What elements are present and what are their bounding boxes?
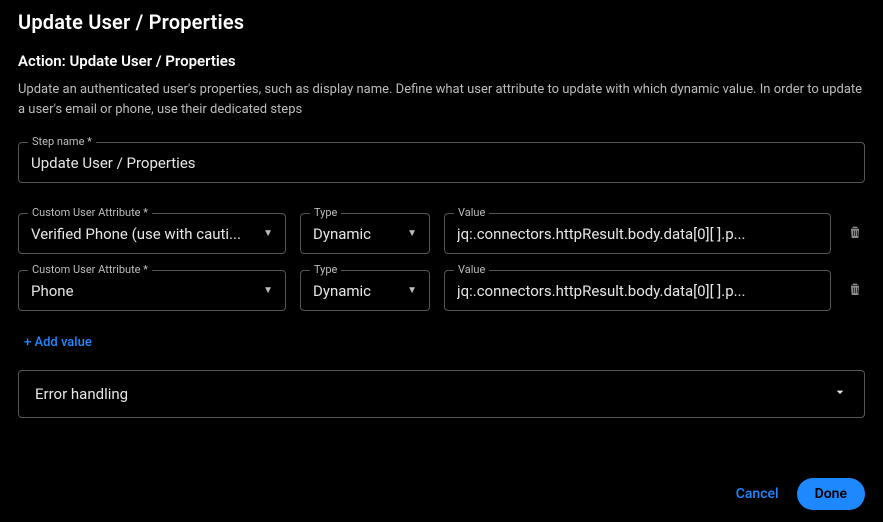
action-subtitle: Action: Update User / Properties: [18, 52, 865, 70]
delete-row-button[interactable]: [845, 281, 865, 301]
value-input[interactable]: [444, 213, 831, 254]
custom-attr-select[interactable]: Phone ▼: [18, 270, 286, 311]
custom-attr-value: Phone: [31, 282, 257, 300]
chevron-down-icon: [832, 384, 848, 404]
accordion-title: Error handling: [35, 385, 128, 403]
trash-icon: [847, 280, 863, 302]
custom-attr-value: Verified Phone (use with cauti...: [31, 225, 257, 243]
done-button[interactable]: Done: [797, 478, 865, 510]
dialog-footer: Cancel Done: [18, 466, 865, 522]
delete-row-button[interactable]: [845, 224, 865, 244]
type-label: Type: [310, 206, 341, 219]
step-name-row: Step name *: [18, 142, 865, 183]
custom-attr-label: Custom User Attribute *: [28, 206, 152, 219]
caret-down-icon: ▼: [263, 285, 273, 296]
type-select[interactable]: Dynamic ▼: [300, 270, 430, 311]
step-name-input[interactable]: [18, 142, 865, 183]
dialog-title: Update User / Properties: [18, 10, 865, 34]
value-label: Value: [454, 206, 489, 219]
caret-down-icon: ▼: [407, 285, 417, 296]
trash-icon: [847, 223, 863, 245]
type-label: Type: [310, 263, 341, 276]
cancel-button[interactable]: Cancel: [736, 486, 779, 502]
caret-down-icon: ▼: [263, 228, 273, 239]
step-name-label: Step name *: [28, 135, 96, 148]
update-user-dialog: Update User / Properties Action: Update …: [0, 0, 883, 522]
error-handling-accordion[interactable]: Error handling: [18, 370, 865, 418]
attribute-row: Custom User Attribute * Verified Phone (…: [18, 213, 865, 254]
type-value: Dynamic: [313, 282, 401, 300]
custom-attr-label: Custom User Attribute *: [28, 263, 152, 276]
type-select[interactable]: Dynamic ▼: [300, 213, 430, 254]
value-input[interactable]: [444, 270, 831, 311]
value-label: Value: [454, 263, 489, 276]
action-description: Update an authenticated user's propertie…: [18, 80, 865, 120]
custom-attr-select[interactable]: Verified Phone (use with cauti... ▼: [18, 213, 286, 254]
type-value: Dynamic: [313, 225, 401, 243]
attribute-row: Custom User Attribute * Phone ▼ Type Dyn…: [18, 270, 865, 311]
caret-down-icon: ▼: [407, 228, 417, 239]
add-value-link[interactable]: + Add value: [24, 335, 865, 350]
